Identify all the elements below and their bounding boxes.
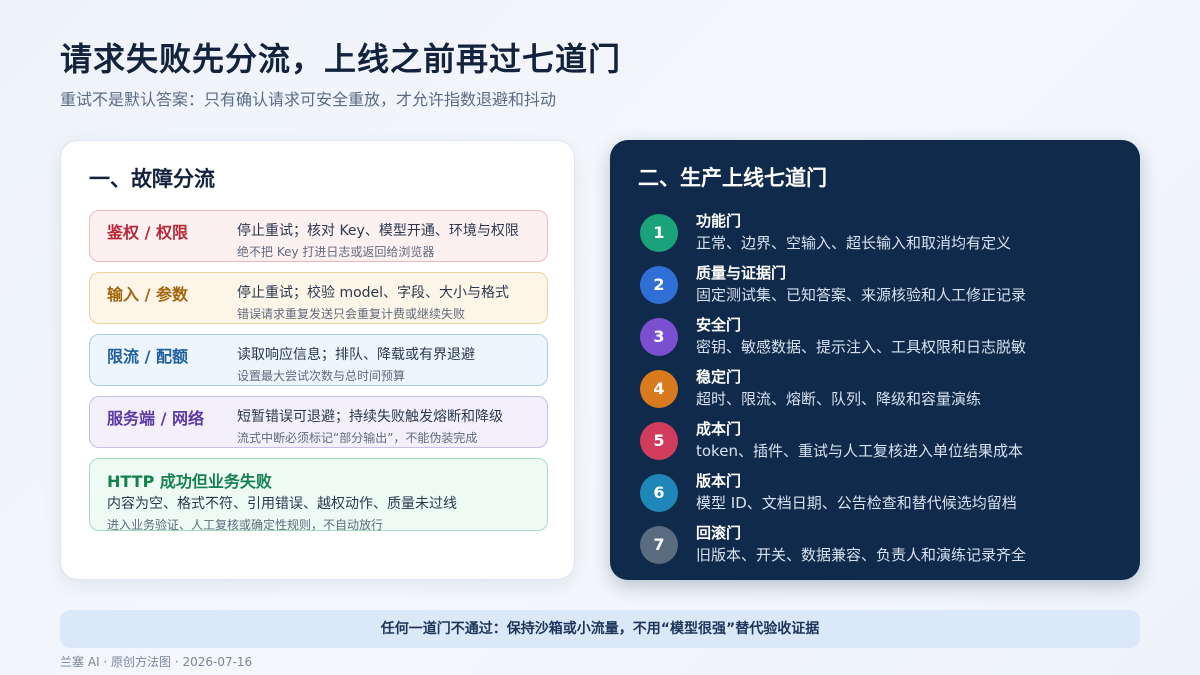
gate-number-badge: 3 xyxy=(640,318,678,356)
card-name: 鉴权 / 权限 xyxy=(107,223,188,242)
gate-item: 2 质量与证据门 固定测试集、已知答案、来源核验和人工修正记录 xyxy=(640,262,1120,308)
footer-credit: 兰塞 AI · 原创方法图 · 2026-07-16 xyxy=(60,655,253,669)
gate-desc: 固定测试集、已知答案、来源核验和人工修正记录 xyxy=(696,286,1027,304)
card-main: 停止重试；核对 Key、模型开通、环境与权限 xyxy=(237,223,519,239)
gate-name: 功能门 xyxy=(696,212,742,230)
card-name: 输入 / 参数 xyxy=(107,285,188,304)
card-note: 进入业务验证、人工复核或确定性规则，不自动放行 xyxy=(107,518,384,532)
gate-item: 7 回滚门 旧版本、开关、数据兼容、负责人和演练记录齐全 xyxy=(640,522,1120,568)
card-note: 设置最大尝试次数与总时间预算 xyxy=(237,369,406,383)
gate-desc: 超时、限流、熔断、队列、降级和容量演练 xyxy=(696,390,982,408)
card-main: 内容为空、格式不符、引用错误、越权动作、质量未过线 xyxy=(107,496,457,512)
gate-item: 6 版本门 模型 ID、文档日期、公告检查和替代候选均留档 xyxy=(640,470,1120,516)
fault-triage-heading: 一、故障分流 xyxy=(89,167,215,191)
gate-number-badge: 2 xyxy=(640,266,678,304)
card-main: 停止重试；校验 model、字段、大小与格式 xyxy=(237,285,510,301)
gate-name: 版本门 xyxy=(696,472,742,490)
gate-item: 5 成本门 token、插件、重试与人工复核进入单位结果成本 xyxy=(640,418,1120,464)
card-note: 流式中断必须标记“部分输出”，不能伪装完成 xyxy=(237,431,478,445)
gate-desc: 模型 ID、文档日期、公告检查和替代候选均留档 xyxy=(696,494,1017,512)
gate-desc: 正常、边界、空输入、超长输入和取消均有定义 xyxy=(696,234,1012,252)
gate-number-badge: 7 xyxy=(640,526,678,564)
card-main: 读取响应信息；排队、降载或有界退避 xyxy=(237,347,475,363)
gate-name: 质量与证据门 xyxy=(696,264,787,282)
gate-item: 1 功能门 正常、边界、空输入、超长输入和取消均有定义 xyxy=(640,210,1120,256)
gate-desc: 密钥、敏感数据、提示注入、工具权限和日志脱敏 xyxy=(696,338,1027,356)
gate-desc: token、插件、重试与人工复核进入单位结果成本 xyxy=(696,442,1023,460)
card-note: 错误请求重复发送只会重复计费或继续失败 xyxy=(237,307,466,321)
card-name: HTTP 成功但业务失败 xyxy=(107,472,272,491)
card-name: 限流 / 配额 xyxy=(107,347,188,366)
card-business-failure: HTTP 成功但业务失败 内容为空、格式不符、引用错误、越权动作、质量未过线 进… xyxy=(89,458,548,532)
gate-name: 稳定门 xyxy=(696,368,742,386)
card-server-network: 服务端 / 网络 短暂错误可退避；持续失败触发熔断和降级 流式中断必须标记“部分… xyxy=(89,396,548,448)
gate-item: 4 稳定门 超时、限流、熔断、队列、降级和容量演练 xyxy=(640,366,1120,412)
gate-number-badge: 6 xyxy=(640,474,678,512)
gate-number-badge: 4 xyxy=(640,370,678,408)
bottom-banner: 任何一道门不通过：保持沙箱或小流量，不用“模型很强”替代验收证据 xyxy=(60,610,1140,648)
gate-name: 安全门 xyxy=(696,316,742,334)
card-name: 服务端 / 网络 xyxy=(107,409,204,428)
gate-number-badge: 1 xyxy=(640,214,678,252)
gate-name: 回滚门 xyxy=(696,524,742,542)
launch-gates-panel: 二、生产上线七道门 1 功能门 正常、边界、空输入、超长输入和取消均有定义 2 … xyxy=(610,140,1140,580)
gate-desc: 旧版本、开关、数据兼容、负责人和演练记录齐全 xyxy=(696,546,1027,564)
page-subtitle: 重试不是默认答案：只有确认请求可安全重放，才允许指数退避和抖动 xyxy=(60,90,557,109)
gate-item: 3 安全门 密钥、敏感数据、提示注入、工具权限和日志脱敏 xyxy=(640,314,1120,360)
fault-triage-panel: 一、故障分流 鉴权 / 权限 停止重试；核对 Key、模型开通、环境与权限 绝不… xyxy=(60,140,575,580)
gate-name: 成本门 xyxy=(696,420,742,438)
card-note: 绝不把 Key 打进日志或返回给浏览器 xyxy=(237,245,435,259)
page-title: 请求失败先分流，上线之前再过七道门 xyxy=(60,40,622,78)
gate-number-badge: 5 xyxy=(640,422,678,460)
launch-gates-heading: 二、生产上线七道门 xyxy=(638,166,827,190)
card-input: 输入 / 参数 停止重试；校验 model、字段、大小与格式 错误请求重复发送只… xyxy=(89,272,548,324)
card-main: 短暂错误可退避；持续失败触发熔断和降级 xyxy=(237,409,503,425)
card-rate-limit: 限流 / 配额 读取响应信息；排队、降载或有界退避 设置最大尝试次数与总时间预算 xyxy=(89,334,548,386)
card-auth: 鉴权 / 权限 停止重试；核对 Key、模型开通、环境与权限 绝不把 Key 打… xyxy=(89,210,548,262)
